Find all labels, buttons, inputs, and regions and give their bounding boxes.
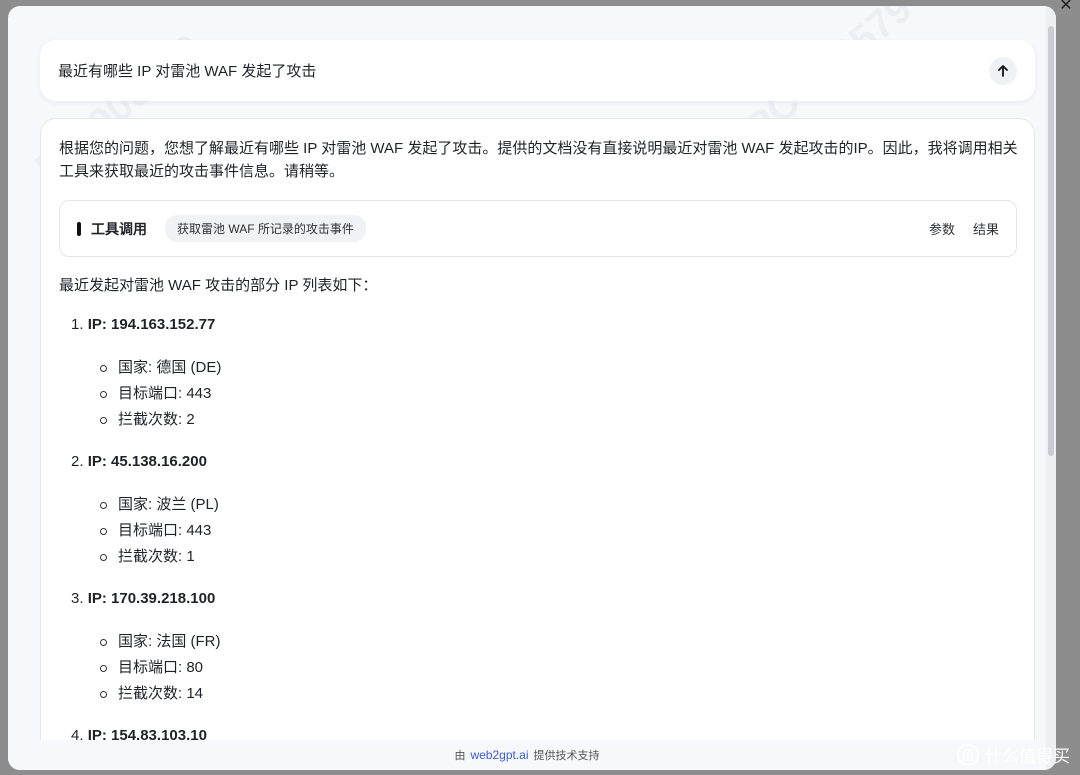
ip-country: 国家: 德国 (DE) [118, 359, 222, 376]
footer-link[interactable]: web2gpt.ai [470, 748, 528, 762]
scrollbar[interactable] [1046, 6, 1056, 770]
circle-bullet-icon [100, 664, 107, 672]
ip-blocks: 拦截次数: 14 [118, 685, 204, 702]
ip-country: 国家: 波兰 (PL) [118, 496, 219, 513]
ip-address: IP: 45.138.16.200 [87, 453, 207, 470]
ip-list-item: 2. IP: 45.138.16.200 国家: 波兰 (PL) 目标端口: 4… [59, 452, 1016, 570]
site-name: 什么值得买 [985, 747, 1070, 766]
ip-list-item: 3. IP: 170.39.218.100 国家: 法国 (FR) 目标端口: … [59, 589, 1016, 707]
ip-list-item: 1. IP: 194.163.152.77 国家: 德国 (DE) 目标端口: … [59, 315, 1016, 433]
footer-prefix: 由 [454, 750, 466, 762]
arrow-up-icon [998, 64, 1008, 77]
footer-suffix: 提供技术支持 [533, 750, 600, 762]
site-logo-icon: 值 [957, 743, 979, 766]
footer: 由 web2gpt.ai 提供技术支持 [8, 740, 1046, 770]
circle-bullet-icon [100, 553, 107, 561]
ip-port: 目标端口: 443 [118, 385, 212, 402]
ip-port: 目标端口: 443 [118, 522, 212, 539]
item-number: 2. [71, 453, 84, 470]
close-icon[interactable]: ✕ [1056, 0, 1076, 16]
answer-card: 根据您的问题，您想了解最近有哪些 IP 对雷池 WAF 发起了攻击。提供的文档没… [40, 118, 1035, 770]
ip-blocks: 拦截次数: 2 [118, 411, 195, 428]
circle-bullet-icon [100, 638, 107, 646]
circle-bullet-icon [100, 690, 107, 698]
tool-params-tab[interactable]: 参数 [929, 219, 955, 238]
ip-address: IP: 194.163.152.77 [87, 316, 216, 333]
item-number: 3. [71, 590, 84, 607]
chat-modal: PC-000579 PC-000579 PC-000579 PC-000579 … [8, 6, 1056, 770]
circle-bullet-icon [100, 501, 107, 509]
circle-bullet-icon [100, 416, 107, 424]
tool-name-chip: 获取雷池 WAF 所记录的攻击事件 [165, 215, 366, 242]
item-number: 1. [71, 316, 84, 333]
tool-marker-icon [77, 221, 81, 236]
answer-intro: 根据您的问题，您想了解最近有哪些 IP 对雷池 WAF 发起了攻击。提供的文档没… [59, 140, 1018, 180]
query-text: 最近有哪些 IP 对雷池 WAF 发起了攻击 [58, 63, 317, 80]
tool-result-tab[interactable]: 结果 [973, 219, 999, 238]
scrollbar-thumb[interactable] [1048, 26, 1054, 456]
circle-bullet-icon [100, 364, 107, 372]
ip-address: IP: 170.39.218.100 [87, 590, 216, 607]
list-intro: 最近发起对雷池 WAF 攻击的部分 IP 列表如下： [59, 277, 378, 294]
ip-port: 目标端口: 80 [118, 659, 204, 676]
ip-blocks: 拦截次数: 1 [118, 548, 195, 565]
ip-country: 国家: 法国 (FR) [118, 633, 221, 650]
site-watermark: 值 什么值得买 [957, 742, 1070, 767]
query-bubble: 最近有哪些 IP 对雷池 WAF 发起了攻击 [40, 40, 1035, 101]
circle-bullet-icon [100, 527, 107, 535]
tool-call-panel: 工具调用 获取雷池 WAF 所记录的攻击事件 参数 结果 [59, 200, 1017, 257]
send-button[interactable] [989, 56, 1017, 85]
tool-title: 工具调用 [91, 220, 147, 237]
circle-bullet-icon [100, 390, 107, 398]
